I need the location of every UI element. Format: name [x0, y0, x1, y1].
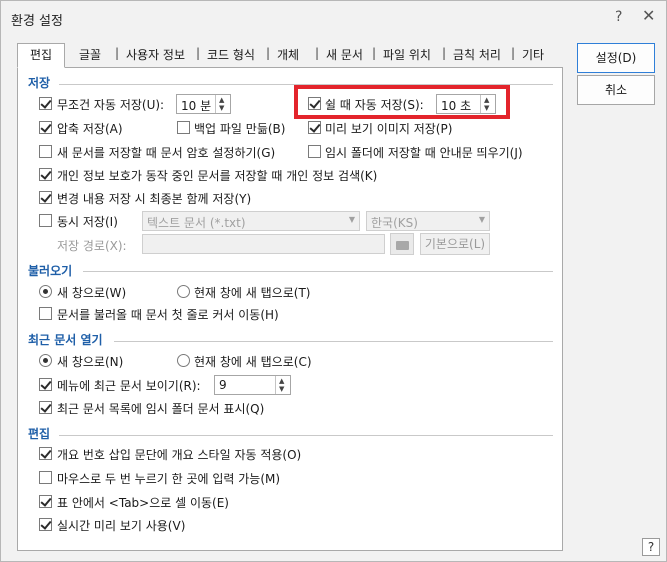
double-click-input-label: 마우스로 두 번 누르기 한 곳에 입력 가능(M)	[57, 472, 281, 486]
help-icon[interactable]: ?	[615, 9, 622, 25]
spinner-arrows[interactable]: ▲ ▼	[275, 376, 290, 394]
spin-down-icon[interactable]: ▼	[279, 385, 284, 393]
section-title-edit: 편집	[28, 427, 51, 441]
unconditional-autosave-spinner[interactable]: 10 분 ▲ ▼	[176, 94, 231, 114]
tab-separator: |	[266, 46, 271, 60]
simultaneous-save-checkbox[interactable]	[39, 214, 52, 227]
final-with-changes-checkbox[interactable]	[39, 191, 52, 204]
preview-image-checkbox[interactable]	[308, 121, 321, 134]
section-title-open: 불러오기	[28, 264, 73, 278]
backup-file-label: 백업 파일 만듦(B)	[194, 122, 286, 136]
tab-font[interactable]: 글꼴	[79, 46, 101, 63]
new-doc-password-label: 새 문서를 저장할 때 문서 암호 설정하기(G)	[57, 146, 276, 160]
tab-separator: |	[196, 46, 201, 60]
tab-separator: |	[511, 46, 516, 60]
title-bar: 환경 설정 ? ✕	[1, 1, 666, 35]
chevron-down-icon: ▼	[348, 215, 355, 224]
spin-down-icon[interactable]: ▼	[219, 104, 224, 112]
backup-file-checkbox[interactable]	[177, 121, 190, 134]
open-new-window-label: 새 창으로(W)	[57, 286, 127, 300]
privacy-search-checkbox[interactable]	[39, 168, 52, 181]
privacy-search-label: 개인 정보 보호가 동작 중인 문서를 저장할 때 개인 정보 검색(K)	[57, 169, 378, 183]
recent-temp-folder-checkbox[interactable]	[39, 401, 52, 414]
open-new-tab-radio[interactable]	[177, 285, 190, 298]
section-title-save: 저장	[28, 76, 51, 90]
folder-icon	[390, 233, 414, 255]
preferences-dialog: 환경 설정 ? ✕ 편집 글꼴 | 사용자 정보 | 코드 형식 | 개체 | …	[0, 0, 667, 562]
section-title-recent: 최근 문서 열기	[28, 333, 103, 347]
save-format-select: 텍스트 문서 (*.txt) ▼	[142, 211, 360, 231]
spinner-value: 10 분	[181, 99, 212, 113]
tab-user-info[interactable]: 사용자 정보	[126, 46, 185, 63]
unconditional-autosave-label: 무조건 자동 저장(U):	[57, 98, 165, 112]
tab-object[interactable]: 개체	[277, 46, 299, 63]
tab-cell-move-label: 표 안에서 <Tab>으로 셀 이동(E)	[57, 496, 229, 510]
select-value: 텍스트 문서 (*.txt)	[147, 216, 246, 230]
tab-code-format[interactable]: 코드 형식	[207, 46, 255, 63]
cursor-first-line-checkbox[interactable]	[39, 307, 52, 320]
recent-in-menu-checkbox[interactable]	[39, 378, 52, 391]
outline-style-label: 개요 번호 삽입 문단에 개요 스타일 자동 적용(O)	[57, 448, 302, 462]
tab-edit[interactable]: 편집	[17, 43, 65, 68]
open-new-tab-label: 현재 창에 새 탭으로(T)	[194, 286, 311, 300]
section-divider	[114, 341, 553, 342]
final-with-changes-label: 변경 내용 저장 시 최종본 함께 저장(Y)	[57, 192, 252, 206]
save-path-input	[142, 234, 385, 254]
temp-folder-notice-checkbox[interactable]	[308, 145, 321, 158]
spinner-arrows[interactable]: ▲ ▼	[215, 95, 230, 113]
cursor-first-line-label: 문서를 불러올 때 문서 첫 줄로 커서 이동(H)	[57, 308, 279, 322]
tab-new-document[interactable]: 새 문서	[326, 46, 363, 63]
section-divider	[59, 435, 553, 436]
recent-in-menu-label: 메뉴에 최근 문서 보이기(R):	[57, 379, 201, 393]
open-new-window-radio[interactable]	[39, 285, 52, 298]
compress-save-checkbox[interactable]	[39, 121, 52, 134]
preview-image-label: 미리 보기 이미지 저장(P)	[325, 122, 453, 136]
tab-separator: |	[372, 46, 377, 60]
recent-count-spinner[interactable]: 9 ▲ ▼	[214, 375, 291, 395]
tab-cell-move-checkbox[interactable]	[39, 495, 52, 508]
encoding-select: 한국(KS) ▼	[366, 211, 490, 231]
realtime-preview-label: 실시간 미리 보기 사용(V)	[57, 519, 186, 533]
tab-separator: |	[115, 46, 120, 60]
tab-separator: |	[315, 46, 320, 60]
default-path-button: 기본으로(L)	[420, 233, 490, 255]
dialog-title: 환경 설정	[11, 14, 63, 29]
compress-save-label: 압축 저장(A)	[57, 122, 123, 136]
cancel-button[interactable]: 취소	[577, 75, 655, 105]
recent-new-tab-radio[interactable]	[177, 354, 190, 367]
save-path-label: 저장 경로(X):	[57, 239, 127, 253]
spin-up-icon[interactable]: ▲	[219, 96, 224, 104]
tab-separator: |	[442, 46, 447, 60]
help-button[interactable]: ?	[642, 538, 660, 556]
select-value: 한국(KS)	[371, 216, 418, 230]
highlight-box	[294, 85, 510, 119]
recent-new-window-radio[interactable]	[39, 354, 52, 367]
double-click-input-checkbox[interactable]	[39, 471, 52, 484]
spinner-value: 9	[219, 378, 227, 392]
recent-new-window-label: 새 창으로(N)	[57, 355, 124, 369]
chevron-down-icon: ▼	[478, 215, 485, 224]
section-divider	[83, 271, 553, 272]
new-doc-password-checkbox[interactable]	[39, 145, 52, 158]
tab-file-location[interactable]: 파일 위치	[383, 46, 431, 63]
realtime-preview-checkbox[interactable]	[39, 518, 52, 531]
ok-button[interactable]: 설정(D)	[577, 43, 655, 73]
spin-up-icon[interactable]: ▲	[279, 377, 284, 385]
recent-temp-folder-label: 최근 문서 목록에 임시 폴더 문서 표시(Q)	[57, 402, 265, 416]
unconditional-autosave-checkbox[interactable]	[39, 97, 52, 110]
simultaneous-save-label: 동시 저장(I)	[57, 215, 118, 229]
close-icon[interactable]: ✕	[642, 6, 655, 25]
outline-style-checkbox[interactable]	[39, 447, 52, 460]
tab-other[interactable]: 기타	[522, 46, 544, 63]
recent-new-tab-label: 현재 창에 새 탭으로(C)	[194, 355, 312, 369]
temp-folder-notice-label: 임시 폴더에 저장할 때 안내문 띄우기(J)	[325, 146, 523, 160]
tab-forbidden-chars[interactable]: 금칙 처리	[453, 46, 501, 63]
